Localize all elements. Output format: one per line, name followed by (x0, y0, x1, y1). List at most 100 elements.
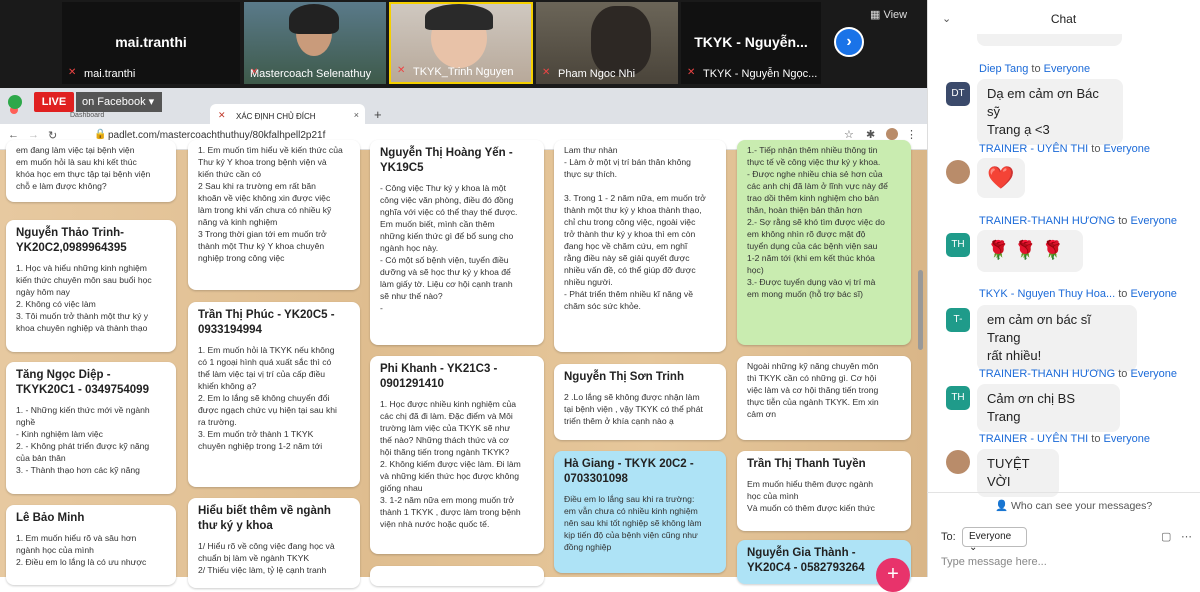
post-card[interactable]: Lam thư nhàn - Làm ở một vị trí bán thân… (554, 140, 726, 352)
message-target: Everyone (1130, 368, 1177, 380)
grid-icon: ▦ (870, 9, 884, 21)
post-title: Hà Giang - TKYK 20C2 - 0703301098 (564, 458, 694, 485)
message-sender: Diep Tang to Everyone (979, 63, 1090, 75)
who-can-see-link[interactable]: 👤 Who can see your messages? (995, 499, 1152, 512)
post-body: 1. - Những kiến thức mới về ngành nghề -… (16, 405, 150, 475)
post-card[interactable] (370, 566, 544, 586)
video-tile-3[interactable]: ✕ TKYK_Trinh Nguyen (389, 2, 533, 84)
post-title: Phi Khanh - YK21C3 - 0901291410 (380, 363, 498, 390)
to-word: to (1118, 288, 1128, 300)
post-body: 1. Em muốn hỏi là TKYK nếu không có 1 ng… (198, 345, 337, 451)
post-body: 1. Học được nhiều kinh nghiệm của các ch… (380, 399, 521, 529)
post-body: 1. Em muốn tìm hiểu về kiến thức của Thư… (198, 145, 343, 263)
post-card[interactable]: Trần Thị Thanh Tuyền Em muốn hiểu thêm đư… (737, 451, 911, 531)
post-card[interactable]: Lê Bảo Minh 1. Em muốn hiểu rõ và sâu hơn… (6, 505, 176, 585)
participant-name: mai.tranthi (84, 68, 136, 80)
profile-avatar[interactable] (886, 128, 898, 140)
avatar: T- (946, 308, 970, 332)
shield-icon (8, 95, 22, 109)
post-title: Hiểu biết thêm về ngành thư ký y khoa (198, 505, 331, 532)
participant-name: TKYK_Trinh Nguyen (413, 66, 514, 78)
file-icon[interactable]: ▢ (1161, 530, 1171, 543)
message-sender: TRAINER-THANH HƯƠNG to Everyone (979, 368, 1177, 380)
participant-video (591, 6, 651, 76)
message-bubble: Cảm ơn chị BS Trang (977, 384, 1120, 432)
post-title: Nguyễn Thị Hoàng Yến - YK19C5 (380, 147, 513, 174)
padlet-favicon-icon: ✕ (218, 110, 226, 120)
post-body: 1.- Tiếp nhận thêm nhiều thông tin thực … (747, 145, 888, 299)
live-indicator: LIVE on Facebook ▾ (4, 91, 162, 113)
close-tab-icon[interactable]: × (354, 110, 359, 120)
people-icon: 👤 (995, 500, 1011, 512)
sender-name: TRAINER-THANH HƯƠNG (979, 368, 1116, 380)
post-card[interactable]: Tăng Ngọc Diệp - TKYK20C1 - 0349754099 1.… (6, 362, 176, 494)
lock-icon: 🔒 (94, 129, 107, 140)
chevron-right-icon: › (846, 33, 852, 50)
to-word: to (1031, 63, 1041, 75)
participant-name-large: mai.tranthi (115, 34, 187, 50)
video-tile-2[interactable]: ✕ Mastercoach Selenathuy (244, 2, 386, 84)
message-target: Everyone (1043, 63, 1091, 75)
post-card[interactable]: Hiểu biết thêm về ngành thư ký y khoa 1/ … (188, 498, 360, 588)
message-sender: TRAINER-THANH HƯƠNG to Everyone (979, 215, 1177, 227)
post-title: Nguyễn Thị Sơn Trinh (564, 371, 684, 383)
more-icon[interactable]: ⋯ (1181, 530, 1192, 543)
view-button[interactable]: ▦ View (870, 8, 907, 21)
post-card[interactable]: Trần Thị Phúc - YK20C5 - 0933194994 1. Em… (188, 302, 360, 487)
who-can-see-label: Who can see your messages? (1011, 500, 1153, 512)
message-bubble: ❤️ (977, 158, 1025, 198)
avatar (946, 450, 970, 474)
video-tile-4[interactable]: ✕ Pham Ngoc Nhi (536, 2, 678, 84)
chevron-down-icon: ⌄ (969, 542, 978, 553)
post-title: Nguyễn Thảo Trinh- YK20C2,0989964395 (16, 227, 127, 254)
post-title: Lê Bảo Minh (16, 512, 85, 524)
post-card[interactable]: 1.- Tiếp nhận thêm nhiều thông tin thực … (737, 140, 911, 345)
post-card[interactable]: Nguyễn Thảo Trinh- YK20C2,0989964395 1. H… (6, 220, 176, 352)
message-target: Everyone (1130, 215, 1177, 227)
post-card[interactable]: em đang làm việc tại bệnh viện em muốn h… (6, 140, 176, 202)
recipient-dropdown[interactable]: Everyone ⌄ (962, 527, 1027, 553)
to-label: To: (941, 531, 956, 543)
sender-name: TKYK - Nguyen Thuy Hoa... (979, 288, 1116, 300)
sender-name: TRAINER - UYÊN THI (979, 433, 1089, 445)
live-destination-label: on Facebook (82, 96, 146, 108)
new-tab-icon[interactable]: + (374, 107, 382, 122)
avatar: DT (946, 82, 970, 106)
participant-hair (425, 4, 493, 30)
post-title: Trần Thị Phúc - YK20C5 - 0933194994 (198, 309, 335, 336)
divider (927, 492, 1200, 493)
add-post-button[interactable]: + (876, 558, 910, 592)
avatar: TH (946, 386, 970, 410)
avatar (946, 160, 970, 184)
post-card[interactable]: Hà Giang - TKYK 20C2 - 0703301098 Điều em… (554, 451, 726, 573)
post-title: Tăng Ngọc Diệp - TKYK20C1 - 0349754099 (16, 369, 149, 396)
post-title: Trần Thị Thanh Tuyền (747, 458, 866, 470)
post-card[interactable]: Ngoài những kỹ năng chuyên môn thì TKYK … (737, 356, 911, 440)
avatar: TH (946, 233, 970, 257)
message-input[interactable]: Type message here... (941, 556, 1047, 568)
video-tile-1[interactable]: mai.tranthi ✕ mai.tranthi (62, 2, 240, 84)
post-card[interactable]: Nguyễn Thị Hoàng Yến - YK19C5 - Công việc… (370, 140, 544, 345)
message-bubble: 🌹 🌹 🌹 (977, 230, 1083, 272)
post-card[interactable]: 1. Em muốn tìm hiểu về kiến thức của Thư… (188, 140, 360, 290)
dashboard-tab-label[interactable]: Dashboard (70, 112, 104, 119)
next-page-button[interactable]: › (834, 27, 864, 57)
post-body: - Công việc Thư ký y khoa là một công vi… (380, 183, 518, 313)
post-body: 1/ Hiểu rõ về công việc đang học và chuẩ… (198, 541, 335, 575)
live-destination[interactable]: on Facebook ▾ (76, 92, 162, 112)
to-word: to (1091, 143, 1101, 155)
live-badge: LIVE (34, 92, 74, 112)
post-body: em đang làm việc tại bệnh viện em muốn h… (16, 145, 151, 191)
to-word: to (1091, 433, 1101, 445)
video-tile-5[interactable]: TKYK - Nguyễn... ✕ TKYK - Nguyễn Ngọc... (681, 2, 821, 84)
sender-name: Diep Tang (979, 63, 1029, 75)
message-bubble: TUYỆT VỜI (977, 449, 1059, 497)
scrollbar[interactable] (918, 270, 923, 350)
sender-name: TRAINER - UYÊN THI (979, 143, 1089, 155)
post-body: Lam thư nhàn - Làm ở một vị trí bán thân… (564, 145, 706, 311)
message-sender: TRAINER - UYÊN THI to Everyone (979, 143, 1150, 155)
post-card[interactable]: Phi Khanh - YK21C3 - 0901291410 1. Học đư… (370, 356, 544, 554)
menu-icon[interactable]: ⋮ (906, 128, 917, 141)
message-target: Everyone (1103, 143, 1150, 155)
post-card[interactable]: Nguyễn Thị Sơn Trinh 2 .Lo lắng sẽ không … (554, 364, 726, 440)
